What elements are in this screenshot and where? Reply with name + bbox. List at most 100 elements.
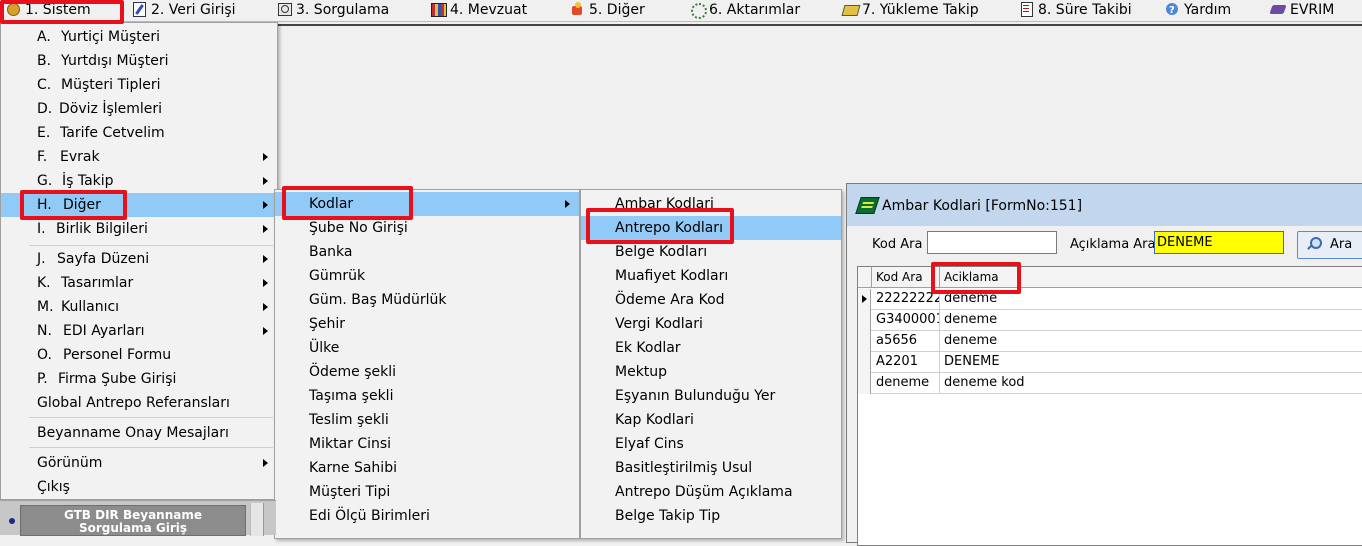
table-row[interactable]: 222222222 deneme	[858, 289, 1362, 310]
cell-kod[interactable]: deneme	[872, 373, 940, 394]
sistem-item-e[interactable]: E. Tarife Cetvelim	[1, 121, 277, 145]
sistem-item-o[interactable]: O. Personel Formu	[1, 343, 277, 367]
menu-evrim[interactable]: EVRIM	[1271, 0, 1334, 21]
menu-yukleme-takip[interactable]: 7. Yükleme Takip	[843, 0, 979, 21]
sistem-item-b[interactable]: B. Yurtdışı Müşteri	[1, 49, 277, 73]
diger-item[interactable]: Gümrük	[275, 264, 579, 288]
sistem-item-i[interactable]: I. Birlik Bilgileri	[1, 217, 277, 241]
cell-aciklama[interactable]: deneme kod	[940, 373, 1362, 394]
cell-kod[interactable]: G34000018	[872, 310, 940, 331]
menu-sorgulama[interactable]: 3. Sorgulama	[277, 0, 389, 21]
cell-kod[interactable]: a5656	[872, 331, 940, 352]
kodlar-submenu: Ambar Kodlari Antrepo Kodları Belge Kodl…	[580, 189, 842, 539]
sistem-item-h[interactable]: H. Diğer	[1, 193, 277, 217]
submenu-arrow-icon	[263, 279, 268, 287]
diger-item-label: Karne Sahibi	[309, 460, 397, 476]
table-row[interactable]: a5656 deneme	[858, 331, 1362, 352]
menu-sure-takibi[interactable]: 8. Süre Takibi	[1019, 0, 1132, 21]
menu-diger[interactable]: 5. Diğer	[570, 0, 645, 21]
diger-item[interactable]: Karne Sahibi	[275, 456, 579, 480]
sistem-item-key: P.	[37, 371, 48, 387]
kod-ara-input[interactable]	[927, 231, 1057, 254]
kodlar-item[interactable]: Kap Kodlari	[581, 408, 841, 432]
kodlar-item[interactable]: Antrepo Düşüm Açıklama	[581, 480, 841, 504]
menu-aktarimlar[interactable]: 6. Aktarımlar	[690, 0, 800, 21]
kodlar-item-label: Eşyanın Bulunduğu Yer	[615, 388, 776, 404]
diger-item[interactable]: Müşteri Tipi	[275, 480, 579, 504]
diger-item[interactable]: Şehir	[275, 312, 579, 336]
diger-item[interactable]: Taşıma şekli	[275, 384, 579, 408]
kodlar-item[interactable]: Eşyanın Bulunduğu Yer	[581, 384, 841, 408]
scrollbar[interactable]	[250, 503, 264, 536]
sistem-item-n[interactable]: N. EDI Ayarları	[1, 319, 277, 343]
sistem-item-beyanname-onay[interactable]: Beyanname Onay Mesajları	[1, 421, 277, 445]
gtb-dir-beyanname-button[interactable]: GTB DIR Beyanname Sorgulama Giriş	[20, 505, 246, 536]
menu-veri-girisi[interactable]: 2. Veri Girişi	[132, 0, 236, 21]
cell-aciklama[interactable]: DENEME	[940, 352, 1362, 373]
kodlar-item-label: Belge Takip Tip	[615, 508, 721, 524]
diger-item[interactable]: Ödeme şekli	[275, 360, 579, 384]
sistem-item-p[interactable]: P. Firma Şube Girişi	[1, 367, 277, 391]
kodlar-item[interactable]: Mektup	[581, 360, 841, 384]
menu-sistem[interactable]: 1. Sistem	[6, 0, 91, 21]
sistem-item-label: Yurtiçi Müşteri	[61, 29, 160, 45]
query-icon	[277, 2, 292, 16]
table-row[interactable]: A2201 DENEME	[858, 352, 1362, 373]
cell-aciklama[interactable]: deneme	[940, 331, 1362, 352]
kodlar-item[interactable]: Muafiyet Kodları	[581, 264, 841, 288]
sistem-item-f[interactable]: F. Evrak	[1, 145, 277, 169]
sistem-item-m[interactable]: M. Kullanıcı	[1, 295, 277, 319]
menu-yardim[interactable]: Yardım	[1165, 0, 1231, 21]
cell-aciklama[interactable]: deneme	[940, 289, 1362, 310]
kodlar-item[interactable]: Ambar Kodlari	[581, 192, 841, 216]
column-header-kod-ara[interactable]: Kod Ara	[872, 267, 940, 288]
kodlar-item-label: Ödeme Ara Kod	[615, 292, 725, 308]
sistem-item-gorunum[interactable]: Görünüm	[1, 451, 277, 475]
diger-item[interactable]: Güm. Baş Müdürlük	[275, 288, 579, 312]
kodlar-item[interactable]: Belge Kodları	[581, 240, 841, 264]
sistem-item-k[interactable]: K. Tasarımlar	[1, 271, 277, 295]
diger-item[interactable]: Edi Ölçü Birimleri	[275, 504, 579, 528]
kodlar-item-label: Elyaf Cins	[615, 436, 684, 452]
sistem-item-cikis[interactable]: Çıkış	[1, 475, 277, 499]
sistem-item-a[interactable]: A. Yurtiçi Müşteri	[1, 25, 277, 49]
diger-item[interactable]: Miktar Cinsi	[275, 432, 579, 456]
ara-button[interactable]: Ara	[1297, 231, 1362, 259]
kodlar-item[interactable]: Ödeme Ara Kod	[581, 288, 841, 312]
ara-button-label: Ara	[1330, 237, 1353, 252]
diger-item[interactable]: Teslim şekli	[275, 408, 579, 432]
diger-item[interactable]: Banka	[275, 240, 579, 264]
kodlar-item[interactable]: Belge Takip Tip	[581, 504, 841, 528]
column-header-aciklama[interactable]: Aciklama	[940, 267, 1362, 288]
sistem-item-c[interactable]: C. Müşteri Tipleri	[1, 73, 277, 97]
kodlar-item[interactable]: Vergi Kodlari	[581, 312, 841, 336]
kodlar-item-label: Basitleştirilmiş Usul	[615, 460, 753, 476]
kodlar-item[interactable]: Elyaf Cins	[581, 432, 841, 456]
gtb-panel: GTB DIR Beyanname Sorgulama Giriş	[0, 500, 276, 536]
window-titlebar[interactable]: Ambar Kodlari [FormNo:151]	[847, 184, 1362, 226]
cell-kod[interactable]: A2201	[872, 352, 940, 373]
sistem-item-global-antrepo[interactable]: Global Antrepo Referansları	[1, 391, 277, 415]
kodlar-item-antrepo[interactable]: Antrepo Kodları	[581, 216, 841, 240]
submenu-arrow-icon	[263, 303, 268, 311]
diger-item[interactable]: Şube No Girişi	[275, 216, 579, 240]
cell-aciklama[interactable]: deneme	[940, 310, 1362, 331]
sistem-item-key: B.	[37, 53, 52, 69]
other-icon	[570, 2, 585, 16]
menu-sistem-label: 1. Sistem	[25, 2, 91, 18]
sistem-item-key: K.	[37, 275, 51, 291]
sistem-item-j[interactable]: J. Sayfa Düzeni	[1, 247, 277, 271]
menu-mevzuat[interactable]: 4. Mevzuat	[431, 0, 527, 21]
table-row[interactable]: deneme deneme kod	[858, 373, 1362, 394]
cell-kod[interactable]: 222222222	[872, 289, 940, 310]
kodlar-item[interactable]: Ek Kodlar	[581, 336, 841, 360]
aciklama-ara-input[interactable]: DENEME	[1154, 231, 1284, 254]
kodlar-item[interactable]: Basitleştirilmiş Usul	[581, 456, 841, 480]
sistem-item-g[interactable]: G. İş Takip	[1, 169, 277, 193]
diger-item[interactable]: Ülke	[275, 336, 579, 360]
table-row[interactable]: G34000018 deneme	[858, 310, 1362, 331]
menubar-divider	[278, 24, 1362, 26]
diger-item-kodlar[interactable]: Kodlar	[275, 192, 579, 216]
menu-separator	[29, 447, 273, 448]
sistem-item-d[interactable]: D. Döviz İşlemleri	[1, 97, 277, 121]
